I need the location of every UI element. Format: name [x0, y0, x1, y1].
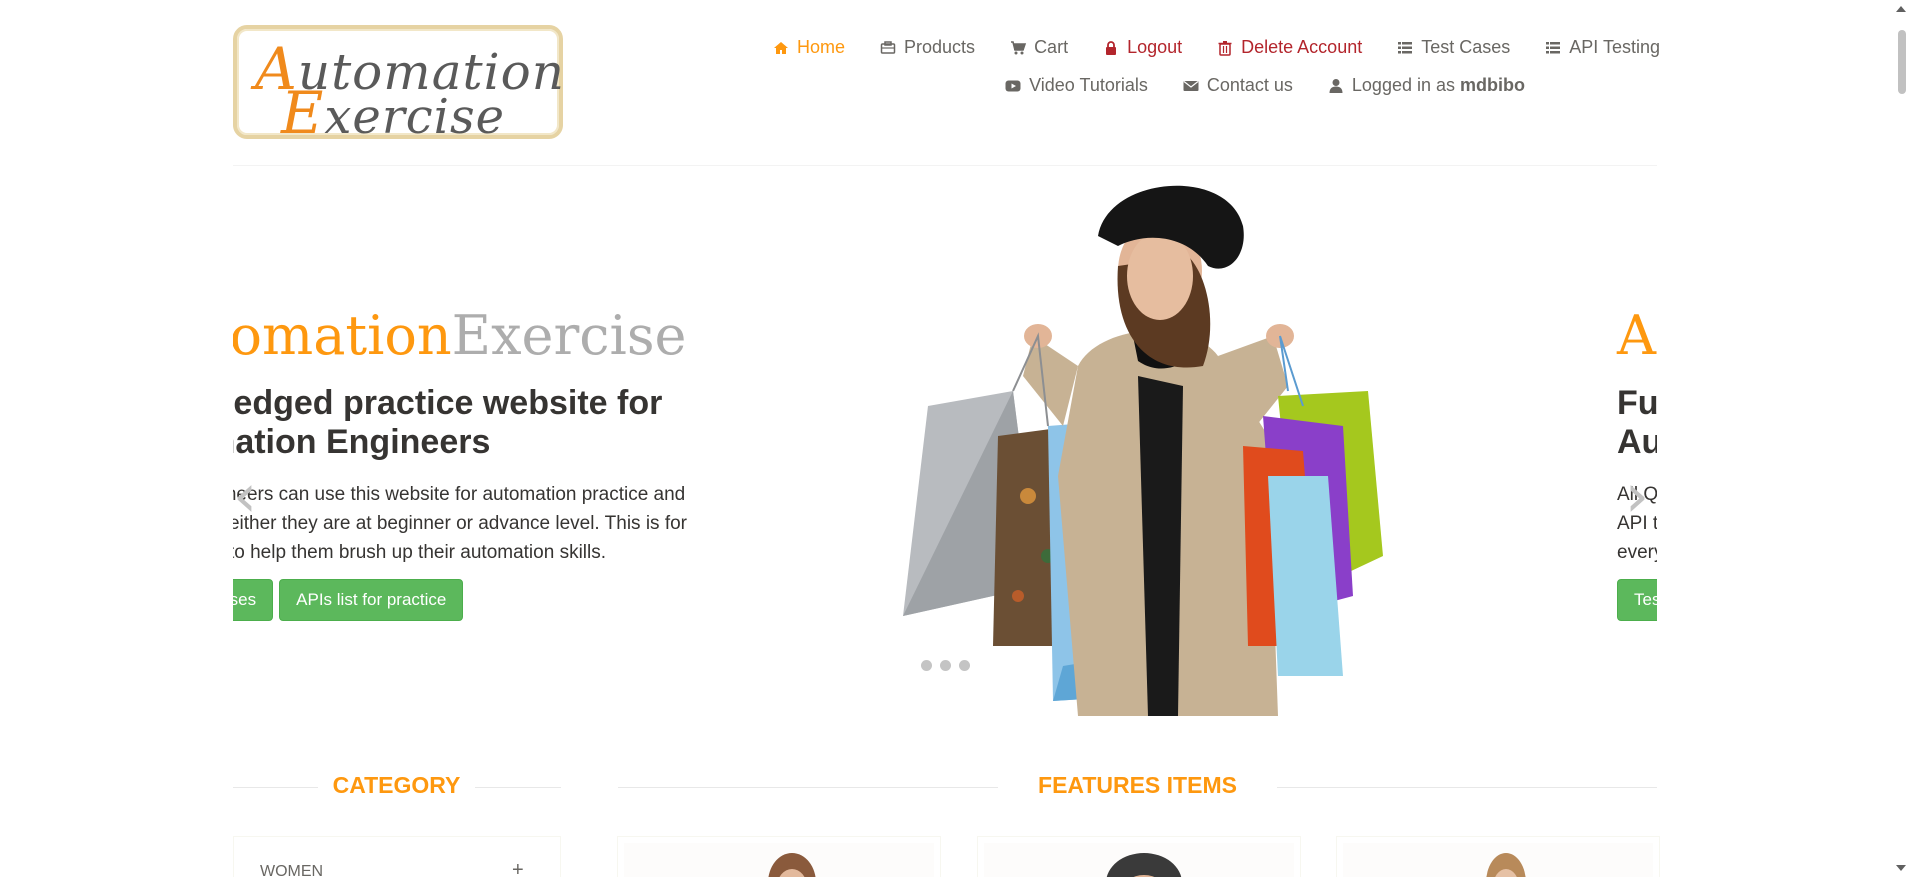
logged-in-label: Logged in as	[1351, 75, 1455, 95]
carousel-slide-current: utomationExercise ll-Fledged practice we…	[233, 306, 793, 621]
next-test-cases-button[interactable]: Tes	[1617, 579, 1657, 621]
hero-carousel: utomationExercise ll-Fledged practice we…	[233, 166, 1657, 726]
category-panel: WOMEN +	[233, 836, 561, 877]
page-scrollbar[interactable]	[1892, 0, 1910, 877]
product-card	[617, 836, 941, 877]
features-line-left	[618, 787, 998, 788]
product-thumbnail	[1486, 853, 1526, 877]
list-icon	[1398, 41, 1413, 53]
envelope-icon	[1183, 80, 1199, 91]
product-image	[1343, 843, 1653, 877]
hero-image-shopping-girl	[903, 185, 1383, 716]
nav-delete-account[interactable]: Delete Account	[1216, 37, 1362, 58]
slide-brand-exercise: Exercise	[451, 304, 687, 367]
carousel-dot-2[interactable]	[940, 660, 951, 671]
next-slide-brand-text: A	[1617, 304, 1656, 367]
next-slide-headline: Fu Au	[1617, 384, 1657, 461]
slide-description: A engineers can use this website for aut…	[233, 484, 687, 563]
features-line-right	[1277, 787, 1657, 788]
site-logo[interactable]: Automation Exercise	[233, 25, 564, 147]
next-slide-buttons: Tes	[1617, 579, 1657, 621]
nav-logout-label: Logout	[1127, 37, 1183, 57]
youtube-play-icon	[1005, 80, 1021, 91]
list-icon	[1546, 41, 1561, 53]
lock-icon	[1106, 40, 1117, 55]
nav-delete-account-label: Delete Account	[1241, 37, 1363, 57]
product-thumbnail	[1106, 853, 1182, 877]
nav-logged-in-as: Logged in as mdbibo	[1327, 75, 1525, 96]
nav-contact-us-label: Contact us	[1206, 75, 1293, 95]
nav-row-1: Home Products Cart Logout Delete Account…	[738, 37, 1660, 58]
plus-icon[interactable]: +	[512, 859, 524, 877]
next-slide-brand: A	[1617, 306, 1657, 366]
header: Automation Exercise Home Products Cart L…	[0, 0, 1890, 166]
product-image	[984, 843, 1294, 877]
nav-video-tutorials[interactable]: Video Tutorials	[1004, 75, 1148, 96]
nav-logout[interactable]: Logout	[1102, 37, 1182, 58]
product-card	[1336, 836, 1660, 877]
nav-test-cases-label: Test Cases	[1421, 37, 1511, 57]
carousel-dot-3[interactable]	[959, 660, 970, 671]
category-women[interactable]: WOMEN	[260, 863, 323, 877]
product-image	[624, 843, 934, 877]
carousel-dot-1[interactable]	[921, 660, 932, 671]
logo-line-2: Exercise	[281, 79, 505, 147]
logo-cap-e: E	[281, 79, 325, 147]
products-icon	[880, 40, 896, 54]
category-line-left	[233, 787, 318, 788]
product-card	[977, 836, 1301, 877]
carousel-next-arrow[interactable]: ›	[1625, 466, 1649, 526]
cart-icon	[1011, 40, 1027, 54]
carousel-indicators	[921, 660, 970, 671]
features-title: FEATURES ITEMS	[1038, 772, 1237, 798]
scroll-down-arrow-icon[interactable]	[1896, 865, 1906, 871]
nav-row-2: Video Tutorials Contact us Logged in as …	[970, 75, 1525, 96]
category-title: CATEGORY	[332, 772, 461, 798]
scrollbar-thumb[interactable]	[1898, 30, 1906, 94]
home-icon	[774, 41, 788, 54]
product-thumbnail	[768, 853, 816, 877]
slide-headline: ll-Fledged practice website for tomation…	[233, 384, 663, 461]
logo-text-exercise: xercise	[324, 89, 506, 145]
nav-video-tutorials-label: Video Tutorials	[1029, 75, 1148, 95]
test-cases-button[interactable]: st Cases	[233, 579, 274, 621]
carousel-prev-arrow[interactable]: ‹	[233, 466, 257, 526]
slide-buttons: st Cases APIs list for practice	[233, 579, 793, 621]
slide-brand: utomationExercise	[233, 306, 793, 366]
nav-home[interactable]: Home	[772, 37, 845, 58]
category-line-right	[475, 787, 561, 788]
scroll-up-arrow-icon[interactable]	[1896, 6, 1906, 12]
trash-icon	[1218, 40, 1232, 56]
nav-cart-label: Cart	[1034, 37, 1069, 57]
nav-test-cases[interactable]: Test Cases	[1396, 37, 1510, 58]
nav-home-label: Home	[797, 37, 846, 57]
logged-in-username: mdbibo	[1460, 75, 1525, 95]
slide-brand-automation: utomation	[233, 304, 452, 367]
apis-list-button[interactable]: APIs list for practice	[279, 579, 464, 621]
user-icon	[1329, 78, 1343, 93]
main-nav: Home Products Cart Logout Delete Account…	[660, 37, 1660, 107]
nav-cart[interactable]: Cart	[1009, 37, 1068, 58]
nav-contact-us[interactable]: Contact us	[1182, 75, 1293, 96]
nav-api-testing-label: API Testing	[1569, 37, 1660, 57]
nav-api-testing[interactable]: API Testing	[1544, 37, 1660, 58]
nav-products[interactable]: Products	[879, 37, 975, 58]
nav-products-label: Products	[904, 37, 976, 57]
